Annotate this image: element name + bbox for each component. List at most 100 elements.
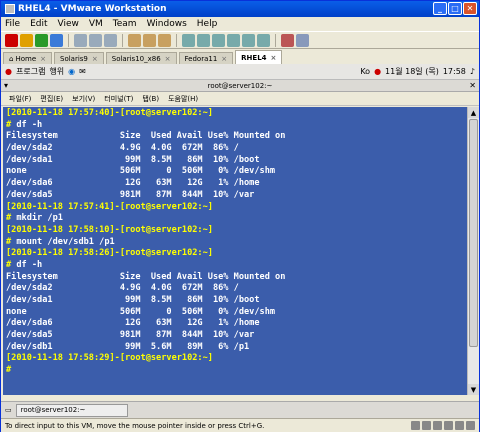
tab-solaris10[interactable]: Solaris10_x86 ×: [105, 52, 177, 64]
terminal-line: /dev/sdb1 99M 5.6M 89M 6% /p1: [6, 342, 464, 354]
revert-snapshot-icon[interactable]: [89, 33, 102, 47]
terminal-text: none 506M 0 506M 0% /dev/shm: [6, 166, 276, 177]
volume-icon[interactable]: ♪: [470, 67, 475, 76]
terminal-line: [2010-11-18 17:57:41]-[root@server102:~]: [6, 202, 464, 214]
close-tab-icon[interactable]: ×: [221, 55, 227, 63]
update-alert-icon[interactable]: ●: [374, 67, 381, 76]
terminal-text: mount /dev/sdb1 /p1: [16, 236, 115, 247]
tab-home[interactable]: ⌂ Home ×: [3, 52, 52, 64]
minimize-button[interactable]: _: [433, 2, 447, 15]
device-icon[interactable]: [422, 421, 431, 430]
reset-icon[interactable]: [50, 33, 63, 47]
quick-switch-icon[interactable]: [212, 33, 225, 47]
terminal-text: df -h: [16, 119, 43, 130]
mail-icon[interactable]: ✉: [79, 67, 86, 76]
applications-menu[interactable]: 프로그램: [16, 66, 45, 77]
close-tab-icon[interactable]: ×: [165, 55, 171, 63]
tab-rhel4[interactable]: RHEL4 ×: [235, 50, 283, 64]
scroll-thumb[interactable]: [469, 119, 478, 347]
team-icon[interactable]: [128, 33, 141, 47]
terminal-line: [2010-11-18 17:58:10]-[root@server102:~]: [6, 225, 464, 237]
terminal-menu-tabs[interactable]: 탭(B): [142, 94, 159, 104]
window-title: RHEL4 - VMware Workstation: [18, 4, 167, 14]
close-tab-icon[interactable]: ×: [92, 55, 98, 63]
menu-edit[interactable]: Edit: [30, 19, 47, 29]
terminal-scrollbar[interactable]: ▲ ▼: [467, 107, 479, 395]
clock-time[interactable]: 17:58: [443, 67, 466, 76]
terminal-prompt: [2010-11-18 17:57:40]-[root@server102:~]: [6, 108, 213, 118]
terminal-prompt: [2010-11-18 17:58:26]-[root@server102:~]: [6, 248, 213, 259]
terminal-menu-file[interactable]: 파일(F): [9, 94, 31, 104]
guest-top-panel: ● 프로그램 행위 ◉ ✉ Ko ● 11월 18일 (목) 17:58 ♪: [1, 64, 479, 80]
power-off-icon[interactable]: [5, 33, 18, 47]
summary-icon[interactable]: [227, 33, 240, 47]
menu-team[interactable]: Team: [113, 19, 137, 29]
terminal-menu-edit[interactable]: 편집(E): [40, 94, 63, 104]
settings-icon[interactable]: [158, 33, 171, 47]
menu-vm[interactable]: VM: [89, 19, 103, 29]
record-icon[interactable]: [281, 33, 294, 47]
tab-solaris9[interactable]: Solaris9 ×: [54, 52, 104, 64]
browser-icon[interactable]: ◉: [68, 67, 75, 76]
terminal-text: df -h: [16, 259, 43, 270]
full-screen-icon[interactable]: [197, 33, 210, 47]
taskbar-terminal-button[interactable]: root@server102:~: [15, 403, 128, 417]
scroll-up-icon[interactable]: ▲: [468, 107, 479, 118]
terminal-title-bar: ▾ root@server102:~ ✕: [1, 80, 479, 92]
terminal-text: /dev/sda5 981M 87M 844M 10% /var: [6, 330, 255, 341]
clock-date[interactable]: 11월 18일 (목): [385, 66, 439, 77]
menu-windows[interactable]: Windows: [147, 19, 187, 29]
clone-icon[interactable]: [143, 33, 156, 47]
replay-icon[interactable]: [296, 33, 309, 47]
terminal-line: [2010-11-18 17:57:40]-[root@server102:~]: [6, 108, 464, 120]
close-button[interactable]: ✕: [463, 2, 477, 15]
terminal-line: none 506M 0 506M 0% /dev/shm: [6, 307, 464, 319]
terminal-close-icon[interactable]: ✕: [469, 81, 476, 90]
device-icon[interactable]: [466, 421, 475, 430]
tab-fedora11[interactable]: Fedora11 ×: [178, 52, 234, 64]
snapshot-manager-icon[interactable]: [104, 33, 117, 47]
show-desktop-icon[interactable]: ▭: [5, 406, 12, 414]
terminal-text: /dev/sdb1 99M 5.6M 89M 6% /p1: [6, 341, 250, 352]
device-icon[interactable]: [444, 421, 453, 430]
terminal-text: /dev/sda1 99M 8.5M 86M 10% /boot: [6, 154, 260, 165]
appliance-icon[interactable]: [257, 33, 270, 47]
terminal-prompt: #: [6, 119, 17, 130]
terminal-text: Filesystem Size Used Avail Use% Mounted …: [6, 131, 286, 142]
actions-menu[interactable]: 행위: [49, 66, 64, 77]
snapshot-icon[interactable]: [74, 33, 87, 47]
terminal-line: # df -h: [6, 260, 464, 272]
terminal-menu-icon[interactable]: ▾: [4, 81, 8, 90]
menu-view[interactable]: View: [58, 19, 79, 29]
terminal-line: [2010-11-18 17:58:26]-[root@server102:~]: [6, 248, 464, 260]
terminal-prompt: [2010-11-18 17:58:29]-[root@server102:~]: [6, 353, 213, 364]
terminal-menu-view[interactable]: 보기(V): [72, 94, 95, 104]
maximize-button[interactable]: □: [448, 2, 462, 15]
terminal-output[interactable]: [2010-11-18 17:57:40]-[root@server102:~]…: [3, 107, 467, 395]
terminal-text: /dev/sda6 12G 63M 12G 1% /home: [6, 318, 260, 329]
device-icon[interactable]: [455, 421, 464, 430]
terminal-line: /dev/sda6 12G 63M 12G 1% /home: [6, 178, 464, 190]
terminal-line: # mount /dev/sdb1 /p1: [6, 237, 464, 249]
close-tab-icon[interactable]: ×: [40, 55, 46, 63]
console-icon[interactable]: [242, 33, 255, 47]
terminal-line: # mkdir /p1: [6, 213, 464, 225]
title-bar: RHEL4 - VMware Workstation _ □ ✕: [1, 1, 479, 17]
scroll-down-icon[interactable]: ▼: [468, 384, 479, 395]
app-icon: [5, 4, 15, 14]
close-tab-icon[interactable]: ×: [271, 54, 277, 62]
menu-help[interactable]: Help: [197, 19, 218, 29]
view-icon[interactable]: [182, 33, 195, 47]
device-icon[interactable]: [433, 421, 442, 430]
status-bar: To direct input to this VM, move the mou…: [1, 418, 479, 432]
terminal-text: /dev/sda5 981M 87M 844M 10% /var: [6, 189, 255, 200]
terminal-menu-help[interactable]: 도움말(H): [168, 94, 198, 104]
power-on-icon[interactable]: [35, 33, 48, 47]
device-icon[interactable]: [411, 421, 420, 430]
terminal-menu-bar: 파일(F) 편집(E) 보기(V) 터미널(T) 탭(B) 도움말(H): [1, 92, 479, 106]
toolbar: [1, 31, 479, 49]
suspend-icon[interactable]: [20, 33, 33, 47]
keyboard-indicator[interactable]: Ko: [360, 67, 370, 76]
menu-file[interactable]: File: [5, 19, 20, 29]
terminal-menu-terminal[interactable]: 터미널(T): [104, 94, 133, 104]
